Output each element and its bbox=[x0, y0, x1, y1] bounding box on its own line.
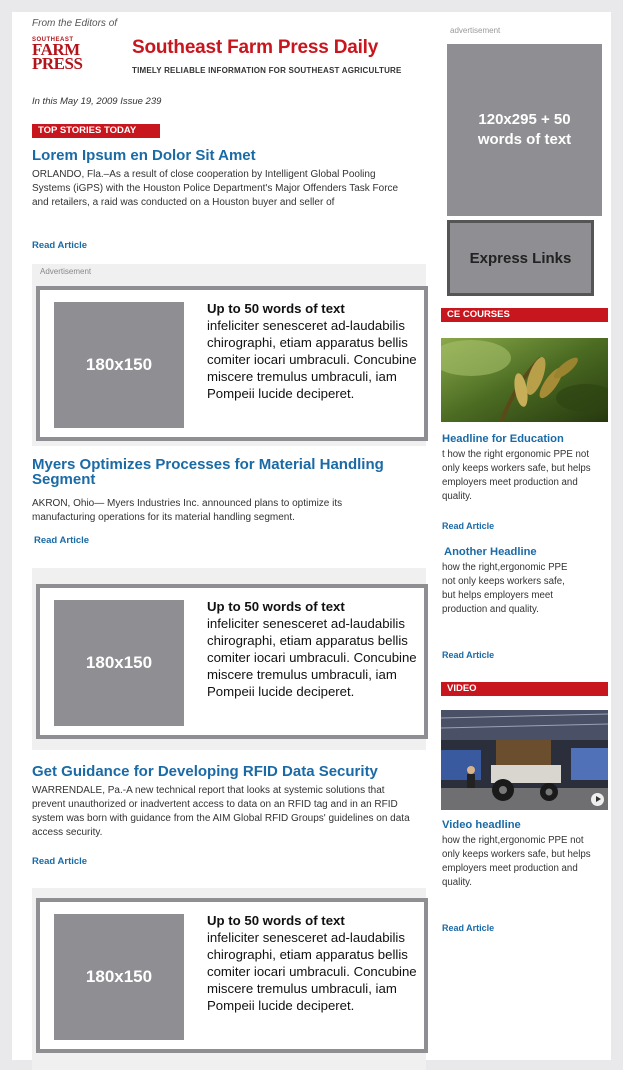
read-article-link[interactable]: Read Article bbox=[442, 923, 494, 933]
ad-image-placeholder: 180x150 bbox=[54, 914, 184, 1040]
tractor-video-icon bbox=[441, 710, 608, 810]
ad-heading: Up to 50 words of text bbox=[207, 913, 345, 928]
newsletter-page: From the Editors of SOUTHEAST FARM PRESS… bbox=[12, 12, 611, 1070]
ad-body: infeliciter senesceret ad-laudabilis chi… bbox=[207, 930, 417, 1013]
ad-image-placeholder: 180x150 bbox=[54, 302, 184, 428]
ce-course-photo[interactable] bbox=[441, 338, 608, 422]
ad-body: infeliciter senesceret ad-laudabilis chi… bbox=[207, 616, 417, 699]
ad-heading: Up to 50 words of text bbox=[207, 599, 345, 614]
sidebar-ad-placeholder[interactable]: 120x295 + 50 words of text bbox=[447, 44, 602, 216]
article-headline[interactable]: Lorem Ipsum en Dolor Sit Amet bbox=[32, 148, 412, 163]
read-article-link[interactable]: Read Article bbox=[32, 856, 87, 867]
article-body: AKRON, Ohio— Myers Industries Inc. annou… bbox=[32, 498, 343, 523]
sidebar: advertisement 120x295 + 50 words of text… bbox=[440, 12, 611, 1060]
video-label: VIDEO bbox=[441, 682, 608, 696]
newsletter-title: Southeast Farm Press Daily bbox=[132, 37, 379, 58]
main-column: From the Editors of SOUTHEAST FARM PRESS… bbox=[12, 12, 432, 1070]
read-article-link[interactable]: Read Article bbox=[32, 240, 87, 251]
from-editors-text: From the Editors of bbox=[32, 18, 118, 29]
education-headline[interactable]: Headline for Education bbox=[442, 433, 564, 445]
sidebar-ad-label: advertisement bbox=[450, 26, 501, 35]
express-links-button[interactable]: Express Links bbox=[447, 220, 594, 296]
ad-unit[interactable]: 180x150 Up to 50 words of text infelicit… bbox=[36, 898, 428, 1053]
video-headline[interactable]: Video headline bbox=[442, 819, 521, 831]
farm-press-logo[interactable]: SOUTHEAST FARM PRESS bbox=[32, 37, 100, 73]
another-headline[interactable]: Another Headline bbox=[444, 546, 537, 558]
article-body: WARRENDALE, Pa.-A new technical report t… bbox=[32, 785, 410, 838]
ad-heading: Up to 50 words of text bbox=[207, 301, 345, 316]
read-article-link[interactable]: Read Article bbox=[442, 650, 494, 660]
video-body: how the right,ergonomic PPE not only kee… bbox=[442, 835, 591, 888]
ce-courses-label: CE COURSES bbox=[441, 308, 608, 322]
article-headline[interactable]: Get Guidance for Developing RFID Data Se… bbox=[32, 764, 422, 779]
article-headline[interactable]: Myers Optimizes Processes for Material H… bbox=[32, 457, 427, 487]
video-thumbnail[interactable] bbox=[441, 710, 608, 810]
another-headline-body: how the right,ergonomic PPE not only kee… bbox=[442, 562, 568, 615]
read-article-link[interactable]: Read Article bbox=[34, 535, 89, 546]
ad-image-placeholder: 180x150 bbox=[54, 600, 184, 726]
top-stories-label: TOP STORIES TODAY bbox=[32, 124, 160, 138]
ad-text: Up to 50 words of text infeliciter senes… bbox=[207, 598, 417, 700]
ad-unit[interactable]: 180x150 Up to 50 words of text infelicit… bbox=[36, 584, 428, 739]
ad-text: Up to 50 words of text infeliciter senes… bbox=[207, 912, 417, 1014]
read-article-link[interactable]: Read Article bbox=[442, 521, 494, 531]
advertisement-label: Advertisement bbox=[40, 267, 92, 276]
issue-info: In this May 19, 2009 Issue 239 bbox=[32, 96, 162, 107]
newsletter-tagline: TIMELY RELIABLE INFORMATION FOR SOUTHEAS… bbox=[132, 66, 402, 75]
ad-text: Up to 50 words of text infeliciter senes… bbox=[207, 300, 417, 402]
education-body: t how the right ergonomic PPE not only k… bbox=[442, 449, 591, 502]
logo-line-2: PRESS bbox=[32, 54, 83, 73]
play-icon[interactable] bbox=[591, 793, 604, 806]
ad-body: infeliciter senesceret ad-laudabilis chi… bbox=[207, 318, 417, 401]
plant-photo-icon bbox=[441, 338, 608, 422]
ad-unit[interactable]: 180x150 Up to 50 words of text infelicit… bbox=[36, 286, 428, 441]
article-body: ORLANDO, Fla.–As a result of close coope… bbox=[32, 169, 399, 208]
